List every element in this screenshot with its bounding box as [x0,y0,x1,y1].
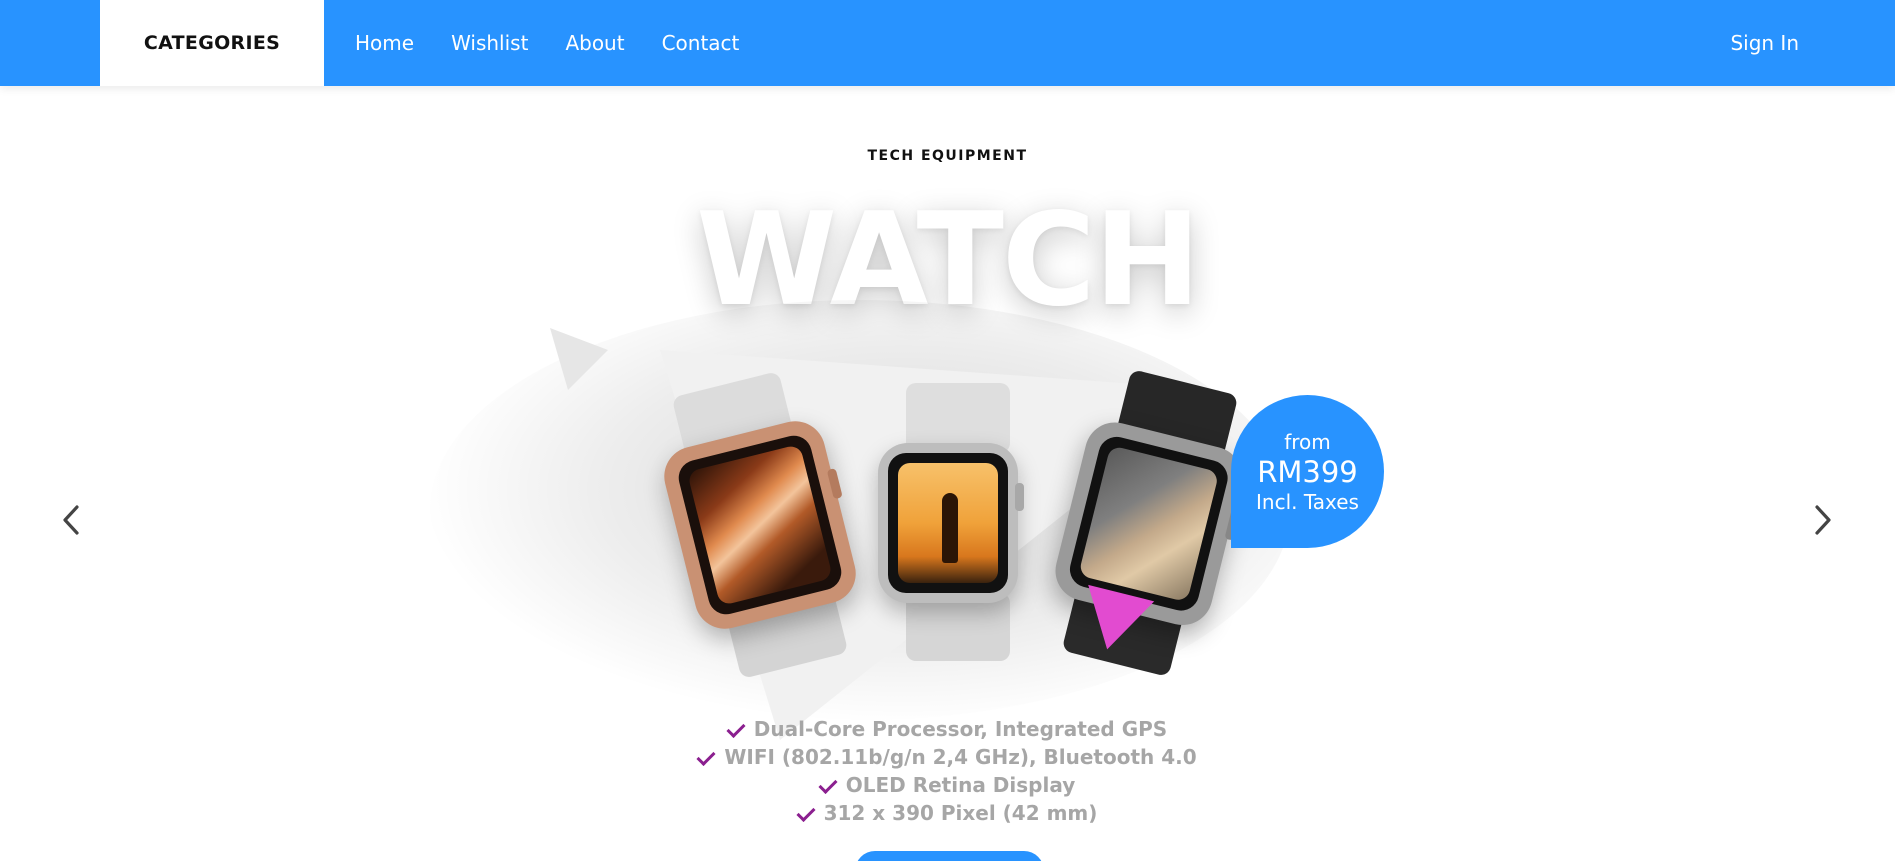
feature-text: 312 x 390 Pixel (42 mm) [823,801,1098,825]
watch-band-bottom [906,593,1010,661]
feature-item: Dual-Core Processor, Integrated GPS [0,715,1895,743]
feature-text: WIFI (802.11b/g/n 2,4 GHz), Bluetooth 4.… [724,745,1197,769]
check-icon [820,778,842,792]
feature-item: WIFI (802.11b/g/n 2,4 GHz), Bluetooth 4.… [0,743,1895,771]
chevron-right-icon [1815,505,1831,535]
price-amount: RM399 [1257,454,1358,489]
watch-silver[interactable] [878,383,1038,661]
main-nav: Home Wishlist About Contact [355,0,776,86]
feature-list: Dual-Core Processor, Integrated GPS WIFI… [0,715,1895,827]
watch-crown [1015,483,1024,511]
categories-button[interactable]: CATEGORIES [100,0,324,86]
carousel-prev-button[interactable] [51,500,91,540]
sunset-image [898,463,998,583]
feature-text: Dual-Core Processor, Integrated GPS [753,717,1168,741]
nav-link-home[interactable]: Home [355,31,414,55]
nav-link-contact[interactable]: Contact [662,31,740,55]
check-icon [728,722,750,736]
feature-text: OLED Retina Display [845,773,1076,797]
check-icon [798,806,820,820]
feature-item: OLED Retina Display [0,771,1895,799]
price-note: Incl. Taxes [1256,489,1359,514]
feature-item: 312 x 390 Pixel (42 mm) [0,799,1895,827]
price-from: from [1284,429,1331,454]
portrait-image [1078,445,1220,603]
nav-link-about[interactable]: About [565,31,624,55]
chevron-left-icon [63,505,79,535]
check-icon [698,750,720,764]
canyon-image [687,444,833,606]
cta-button[interactable] [855,851,1044,861]
hero-eyebrow: TECH EQUIPMENT [867,148,1028,164]
price-badge: from RM399 Incl. Taxes [1231,395,1384,548]
nav-link-wishlist[interactable]: Wishlist [451,31,528,55]
top-navbar: CATEGORIES Home Wishlist About Contact S… [0,0,1895,86]
sign-in-link[interactable]: Sign In [1730,0,1799,86]
carousel-next-button[interactable] [1803,500,1843,540]
person-silhouette [942,493,958,563]
small-triangle [550,328,608,390]
watch-screen [888,453,1008,593]
